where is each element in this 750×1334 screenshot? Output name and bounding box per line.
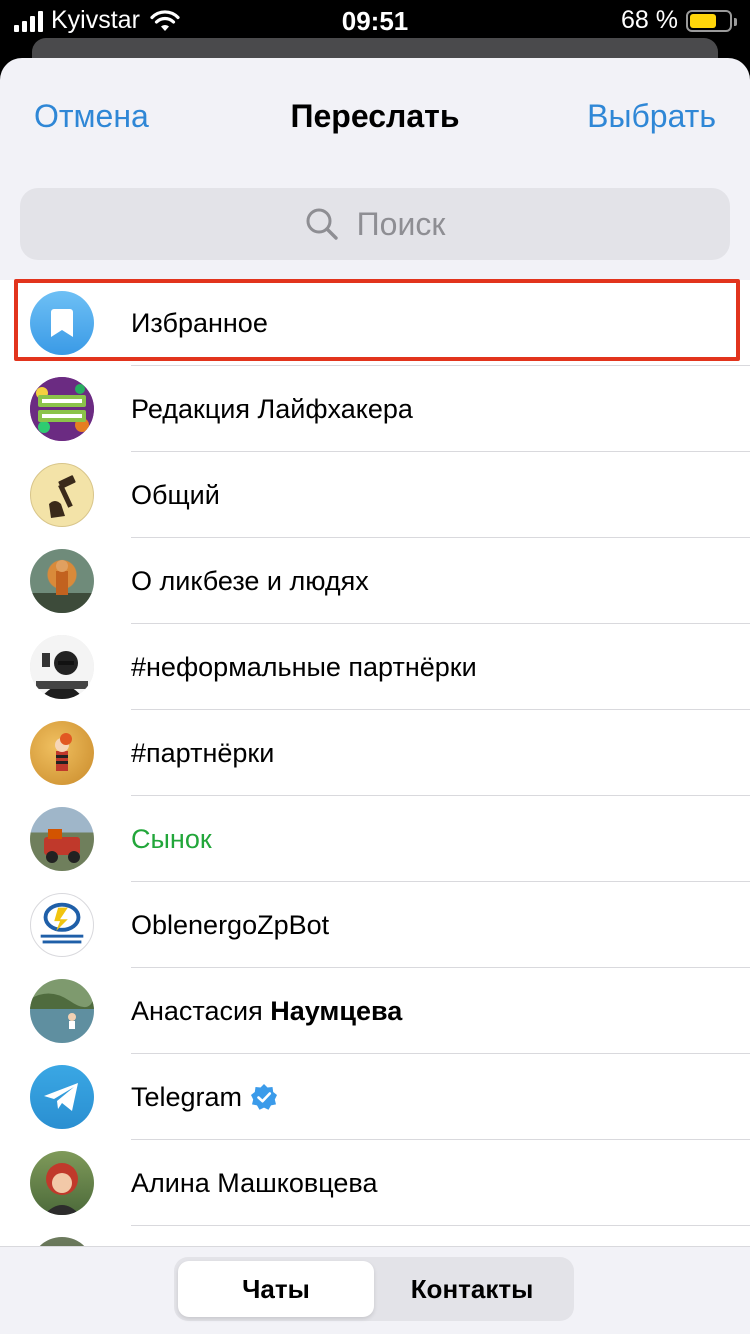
chat-item-informal-partners[interactable]: #неформальные партнёрки	[0, 624, 750, 710]
chat-name: Сынок	[131, 824, 212, 854]
chat-name: Telegram	[131, 1054, 278, 1140]
battery-icon	[686, 9, 737, 32]
avatar	[30, 1065, 94, 1129]
avatar	[30, 635, 94, 699]
chat-item-partners[interactable]: #партнёрки	[0, 710, 750, 796]
chat-name: Избранное	[131, 308, 268, 338]
bookmark-icon	[51, 309, 73, 337]
avatar	[30, 377, 94, 441]
segmented-control: Чаты Контакты	[174, 1257, 574, 1321]
avatar-illustration	[55, 733, 72, 771]
tab-chats[interactable]: Чаты	[178, 1261, 374, 1317]
search-placeholder: Поиск	[356, 205, 446, 242]
chat-name-text: Telegram	[131, 1082, 243, 1112]
avatar	[30, 1151, 94, 1215]
avatar-photo	[44, 829, 80, 863]
avatar	[30, 549, 94, 613]
avatar	[30, 979, 94, 1043]
bottom-bar: Чаты Контакты	[0, 1246, 750, 1334]
forward-sheet: Отмена Переслать Выбрать Поиск Избранное	[0, 58, 750, 1334]
chat-name: О ликбезе и людях	[131, 566, 369, 596]
avatar-photo	[44, 1163, 80, 1215]
avatar	[30, 721, 94, 785]
hammer-icon	[49, 475, 76, 518]
chat-item-telegram[interactable]: Telegram	[0, 1054, 750, 1140]
avatar-photo	[30, 993, 94, 1029]
verified-badge-icon	[251, 1084, 278, 1110]
avatar	[30, 807, 94, 871]
chat-item-oblenergo-bot[interactable]: OblenergoZpBot	[0, 882, 750, 968]
last-name: Наумцева	[270, 996, 403, 1026]
chat-name: #неформальные партнёрки	[131, 652, 477, 682]
lifehacker-logo	[30, 377, 94, 441]
highlight-frame	[14, 279, 740, 361]
tab-contacts[interactable]: Контакты	[374, 1261, 570, 1317]
chat-item-general[interactable]: Общий	[0, 452, 750, 538]
avatar	[30, 463, 94, 527]
avatar	[30, 291, 94, 355]
chat-item-anastasia[interactable]: Анастасия Наумцева	[0, 968, 750, 1054]
chat-item-saved-messages[interactable]: Избранное	[0, 279, 750, 366]
battery-percent: 68 %	[621, 6, 678, 34]
chat-name: Анастасия Наумцева	[131, 968, 402, 1054]
status-bar: Kyivstar 09:51 68 %	[0, 0, 750, 40]
cancel-button[interactable]: Отмена	[34, 98, 149, 135]
chat-name: Редакция Лайфхакера	[131, 394, 413, 424]
search-input[interactable]: Поиск	[20, 188, 730, 260]
paper-plane-icon	[44, 1083, 78, 1111]
avatar-illustration	[30, 560, 94, 613]
select-button[interactable]: Выбрать	[587, 98, 716, 135]
chat-name: #партнёрки	[131, 738, 275, 768]
navigation-bar: Отмена Переслать Выбрать	[0, 58, 750, 176]
chat-name: Алина Машковцева	[131, 1168, 378, 1198]
chat-item-alina[interactable]: Алина Машковцева	[0, 1140, 750, 1226]
chat-item-son[interactable]: Сынок	[0, 796, 750, 882]
oblenergo-logo	[40, 902, 84, 944]
first-name: Анастасия	[131, 996, 263, 1026]
chat-item-likbez[interactable]: О ликбезе и людях	[0, 538, 750, 624]
chat-name: OblenergoZpBot	[131, 910, 330, 940]
chat-list: Избранное Редакция Лайфхакера Общий О ли…	[0, 279, 750, 1301]
search-icon	[306, 208, 338, 240]
avatar	[30, 893, 94, 957]
chat-name: Общий	[131, 480, 220, 510]
avatar-photo	[30, 635, 94, 699]
chat-item-lifehacker[interactable]: Редакция Лайфхакера	[0, 366, 750, 452]
